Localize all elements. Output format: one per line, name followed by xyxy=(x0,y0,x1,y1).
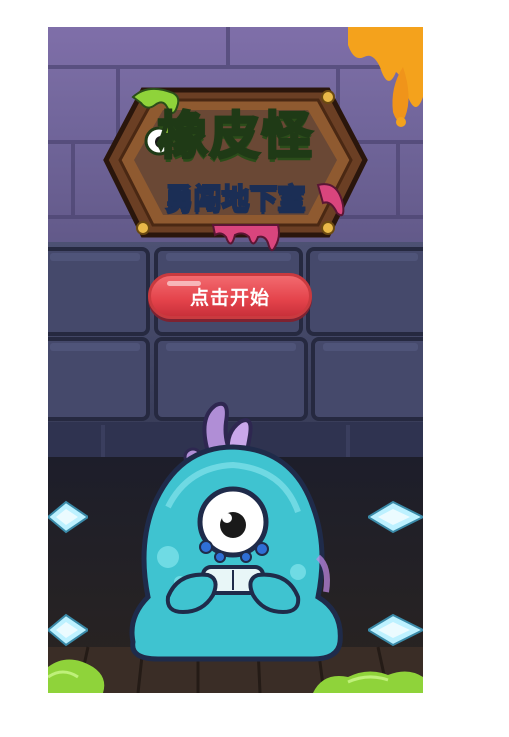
crystal-right-top-icon xyxy=(368,500,423,534)
crystal-right-bottom-icon xyxy=(368,613,423,647)
button-shine xyxy=(167,281,201,286)
start-button-label: 点击开始 xyxy=(189,286,270,309)
game-logo: 橡皮怪 勇闯地下室 xyxy=(103,85,368,255)
game-subtitle: 勇闯地下室 xyxy=(164,182,306,215)
crystal-left-bottom-icon xyxy=(48,613,88,647)
crying-monster-icon xyxy=(129,401,343,662)
crystal-left-top-icon xyxy=(48,500,88,534)
game-screen: 橡皮怪 勇闯地下室 点击开始 xyxy=(48,27,423,693)
start-game-button[interactable]: 点击开始 xyxy=(148,273,312,319)
game-title: 橡皮怪 xyxy=(156,107,314,165)
page: 橡皮怪 勇闯地下室 点击开始 xyxy=(0,0,509,737)
